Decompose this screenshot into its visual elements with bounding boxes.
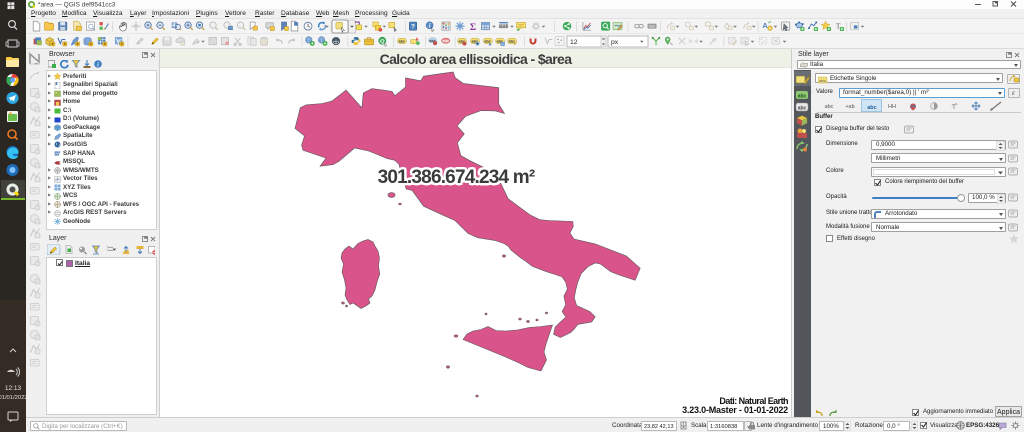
svg-text:abc: abc — [825, 104, 834, 110]
svg-text:12:13: 12:13 — [5, 385, 22, 392]
svg-text:12: 12 — [570, 39, 578, 46]
svg-text:abc: abc — [508, 39, 516, 44]
svg-text:Σ: Σ — [470, 22, 476, 33]
svg-text:*area — QGIS def9541cc3: *area — QGIS def9541cc3 — [38, 2, 116, 9]
svg-text:px: px — [611, 39, 619, 46]
svg-text:abc: abc — [798, 94, 807, 100]
svg-text:A: A — [762, 21, 768, 30]
svg-text:abc: abc — [867, 105, 876, 111]
svg-text:abc: abc — [484, 39, 492, 44]
svg-text:+ab: +ab — [845, 104, 854, 110]
svg-text:HH: HH — [888, 104, 896, 110]
svg-text:abc: abc — [798, 106, 807, 112]
svg-text:abc: abc — [819, 77, 825, 82]
svg-text:Q: Q — [380, 39, 385, 45]
svg-text:?: ? — [411, 24, 415, 31]
svg-text:abc: abc — [443, 39, 449, 43]
svg-text:i: i — [429, 24, 431, 30]
svg-text:7°: 7° — [951, 102, 960, 112]
svg-text:abc: abc — [398, 39, 406, 44]
svg-text:SAP: SAP — [54, 151, 60, 155]
svg-text:01/01/2022: 01/01/2022 — [0, 395, 26, 401]
